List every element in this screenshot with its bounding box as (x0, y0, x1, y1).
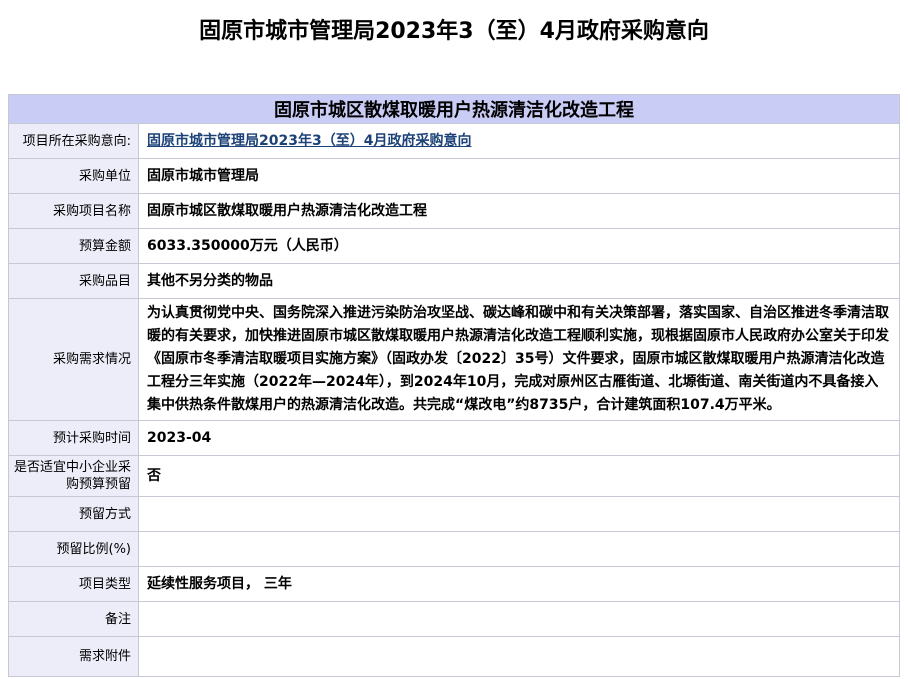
row-label: 需求附件 (9, 637, 139, 677)
table-row: 预计采购时间2023-04 (9, 421, 900, 456)
table-row: 预留比例(%) (9, 532, 900, 567)
row-label: 预算金额 (9, 229, 139, 264)
row-value (139, 532, 900, 567)
table-row: 采购需求情况为认真贯彻党中央、国务院深入推进污染防治攻坚战、碳达峰和碳中和有关决… (9, 299, 900, 421)
table-row: 是否适宜中小企业采购预算预留否 (9, 456, 900, 497)
table-row: 项目所在采购意向: 固原市城市管理局2023年3（至）4月政府采购意向 (9, 124, 900, 159)
row-value: 其他不另分类的物品 (139, 264, 900, 299)
row-value: 固原市城市管理局2023年3（至）4月政府采购意向 (139, 124, 900, 159)
procurement-detail-table: 固原市城区散煤取暖用户热源清洁化改造工程 项目所在采购意向:固原市城市管理局20… (8, 94, 900, 677)
row-value: 固原市城区散煤取暖用户热源清洁化改造工程 (139, 194, 900, 229)
row-label: 采购品目 (9, 264, 139, 299)
row-label: 项目所在采购意向: (9, 124, 139, 159)
row-value: 6033.350000万元（人民币） (139, 229, 900, 264)
procurement-intention-link[interactable]: 固原市城市管理局2023年3（至）4月政府采购意向 (147, 133, 471, 149)
row-value: 固原市城市管理局 (139, 159, 900, 194)
row-value (139, 637, 900, 677)
project-name-header: 固原市城区散煤取暖用户热源清洁化改造工程 (9, 95, 900, 124)
row-value (139, 602, 900, 637)
row-label: 项目类型 (9, 567, 139, 602)
page-title: 固原市城市管理局2023年3（至）4月政府采购意向 (0, 13, 908, 45)
row-value: 2023-04 (139, 421, 900, 456)
table-row: 项目类型延续性服务项目， 三年 (9, 567, 900, 602)
table-row: 采购单位固原市城市管理局 (9, 159, 900, 194)
table-row: 需求附件 (9, 637, 900, 677)
row-value (139, 497, 900, 532)
table-row: 预留方式 (9, 497, 900, 532)
row-label: 采购项目名称 (9, 194, 139, 229)
row-label: 预留方式 (9, 497, 139, 532)
row-label: 采购需求情况 (9, 299, 139, 421)
row-value: 延续性服务项目， 三年 (139, 567, 900, 602)
table-header-row: 固原市城区散煤取暖用户热源清洁化改造工程 (9, 95, 900, 124)
row-value: 为认真贯彻党中央、国务院深入推进污染防治攻坚战、碳达峰和碳中和有关决策部署，落实… (139, 299, 900, 421)
row-label: 预计采购时间 (9, 421, 139, 456)
table-row: 采购项目名称固原市城区散煤取暖用户热源清洁化改造工程 (9, 194, 900, 229)
table-row: 备注 (9, 602, 900, 637)
table-body: 项目所在采购意向:固原市城市管理局2023年3（至）4月政府采购意向采购单位固原… (9, 124, 900, 677)
row-label: 采购单位 (9, 159, 139, 194)
table-row: 采购品目其他不另分类的物品 (9, 264, 900, 299)
row-value: 否 (139, 456, 900, 497)
row-label: 备注 (9, 602, 139, 637)
table-row: 预算金额6033.350000万元（人民币） (9, 229, 900, 264)
row-label: 是否适宜中小企业采购预算预留 (9, 456, 139, 497)
row-label: 预留比例(%) (9, 532, 139, 567)
